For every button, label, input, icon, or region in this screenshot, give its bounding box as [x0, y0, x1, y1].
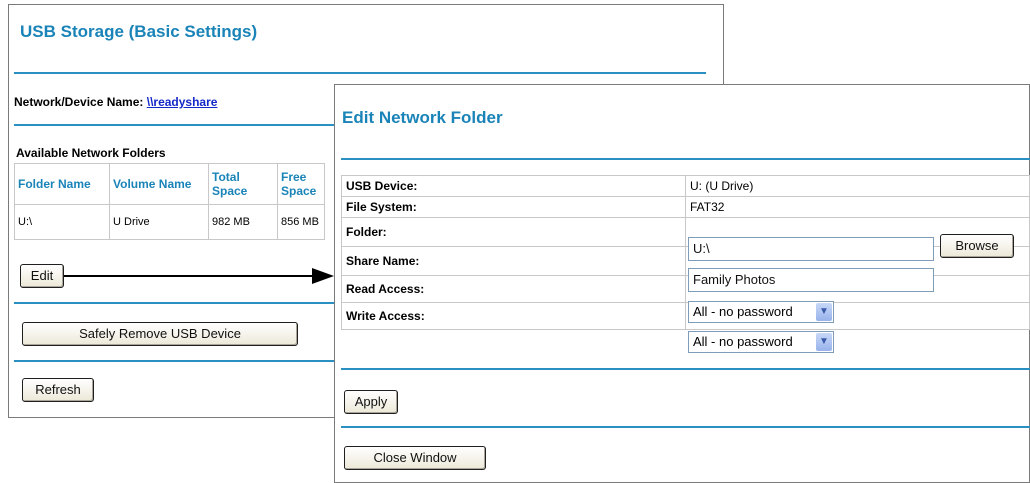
connector-arrow-icon [64, 268, 334, 284]
